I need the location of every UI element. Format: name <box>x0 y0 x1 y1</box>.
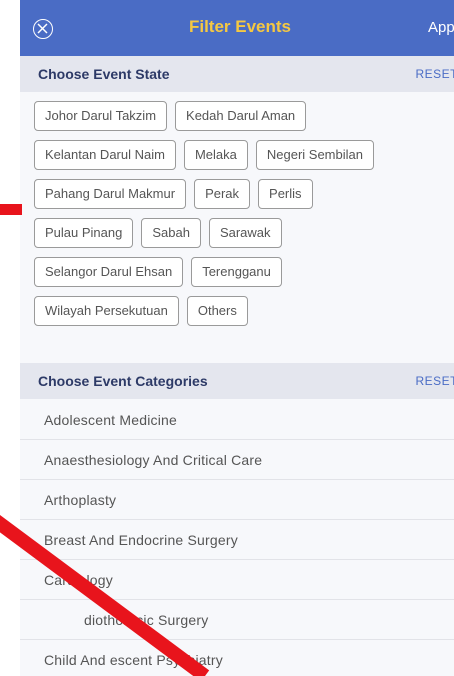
list-item[interactable]: Arthoplasty <box>20 480 454 520</box>
state-chip[interactable]: Sabah <box>141 218 201 248</box>
list-item[interactable]: diothoracic Surgery <box>20 600 454 640</box>
apply-button[interactable]: Appl <box>428 19 454 36</box>
categories-section-header: Choose Event Categories RESET <box>20 363 454 399</box>
nav-bar: Filter Events Appl <box>20 0 454 56</box>
chip-row: Wilayah Persekutuan Others <box>34 296 454 326</box>
state-chip[interactable]: Melaka <box>183 140 248 170</box>
state-chip[interactable]: Terengganu <box>191 257 282 287</box>
state-chip[interactable]: Selangor Darul Ehsan <box>34 257 184 287</box>
list-item[interactable]: Cardiology <box>20 560 454 600</box>
chip-row: Selangor Darul Ehsan Terengganu <box>34 257 454 287</box>
category-list: Adolescent Medicine Anaesthesiology And … <box>20 400 454 676</box>
state-chip[interactable]: Wilayah Persekutuan <box>34 296 179 326</box>
filter-events-screen: Filter Events Appl Choose Event State RE… <box>20 0 454 676</box>
state-chip[interactable]: Others <box>186 296 248 326</box>
state-chip[interactable]: Sarawak <box>208 218 282 248</box>
state-chip-list: Johor Darul Takzim Kedah Darul Aman Kela… <box>34 101 454 335</box>
state-chip[interactable]: Pahang Darul Makmur <box>34 179 187 209</box>
chip-row: Pahang Darul Makmur Perak Perlis <box>34 179 454 209</box>
state-chip[interactable]: Perak <box>194 179 251 209</box>
list-item[interactable]: Anaesthesiology And Critical Care <box>20 440 454 480</box>
state-chip[interactable]: Kedah Darul Aman <box>175 101 307 131</box>
state-section-header: Choose Event State RESET <box>20 56 454 92</box>
state-chip[interactable]: Pulau Pinang <box>34 218 134 248</box>
list-item[interactable]: Child And escent Psychiatry <box>20 640 454 676</box>
state-chip[interactable]: Perlis <box>258 179 313 209</box>
state-section-title: Choose Event State <box>38 66 170 82</box>
chip-row: Kelantan Darul Naim Melaka Negeri Sembil… <box>34 140 454 170</box>
annotation-mark-left <box>0 204 22 215</box>
categories-section-title: Choose Event Categories <box>38 373 208 389</box>
state-chip[interactable]: Kelantan Darul Naim <box>34 140 176 170</box>
categories-reset-button[interactable]: RESET <box>415 374 454 388</box>
state-chip[interactable]: Negeri Sembilan <box>255 140 374 170</box>
state-chip[interactable]: Johor Darul Takzim <box>34 101 168 131</box>
chip-row: Johor Darul Takzim Kedah Darul Aman <box>34 101 454 131</box>
chip-row: Pulau Pinang Sabah Sarawak <box>34 218 454 248</box>
list-item[interactable]: Breast And Endocrine Surgery <box>20 520 454 560</box>
list-item[interactable]: Adolescent Medicine <box>20 400 454 440</box>
page-title: Filter Events <box>188 17 292 36</box>
state-reset-button[interactable]: RESET <box>415 67 454 81</box>
